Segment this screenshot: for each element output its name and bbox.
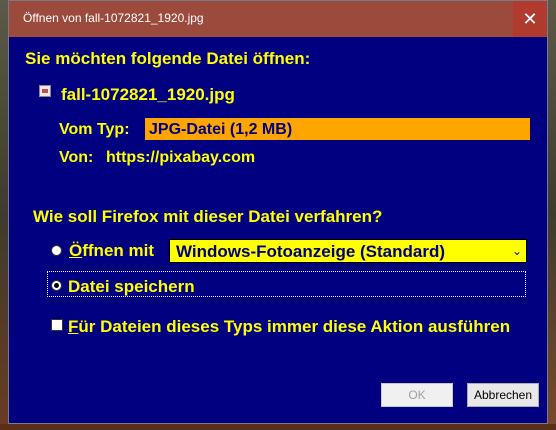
action-question: Wie soll Firefox mit dieser Datei verfah…	[33, 207, 383, 226]
desktop-background-left	[0, 0, 8, 430]
save-file-label[interactable]: Datei speichern	[68, 277, 195, 297]
window-title: Öffnen von fall-1072821_1920.jpg	[23, 11, 204, 25]
type-value: JPG-Datei (1,2 MB)	[149, 121, 293, 138]
ok-button[interactable]: OK	[381, 383, 453, 407]
always-do-label[interactable]: Für Dateien dieses Typs immer diese Akti…	[68, 317, 510, 337]
dialog-heading: Sie möchten folgende Datei öffnen:	[25, 49, 311, 68]
always-do-checkbox[interactable]	[51, 319, 63, 331]
open-with-label-text: ffnen mit	[82, 241, 155, 260]
title-bar[interactable]: Öffnen von fall-1072821_1920.jpg ✕	[9, 1, 547, 37]
download-dialog: Öffnen von fall-1072821_1920.jpg ✕ Sie m…	[8, 0, 548, 424]
always-do-label-text: ür Dateien dieses Typs immer diese Aktio…	[78, 317, 511, 336]
open-with-accelerator: Ö	[69, 241, 83, 260]
close-icon: ✕	[522, 9, 538, 29]
open-with-radio[interactable]	[51, 245, 62, 256]
cancel-button[interactable]: Abbrechen	[467, 383, 539, 407]
open-with-app-select[interactable]: Windows-Fotoanzeige (Standard) ⌄	[169, 239, 527, 263]
desktop-background-right	[548, 0, 556, 430]
type-label: Vom Typ:	[59, 121, 130, 138]
save-file-radio[interactable]	[51, 280, 62, 291]
source-label: Von:	[59, 149, 94, 166]
close-button[interactable]: ✕	[513, 1, 547, 37]
open-with-label[interactable]: Öffnen mit	[69, 241, 154, 261]
source-value: https://pixabay.com	[106, 149, 256, 166]
file-name: fall-1072821_1920.jpg	[61, 85, 235, 104]
selected-app: Windows-Fotoanzeige (Standard)	[176, 242, 446, 261]
chevron-down-icon: ⌄	[511, 244, 522, 258]
image-file-icon	[39, 85, 51, 97]
always-do-accelerator: F	[68, 317, 79, 336]
desktop-background-bottom	[0, 424, 556, 430]
